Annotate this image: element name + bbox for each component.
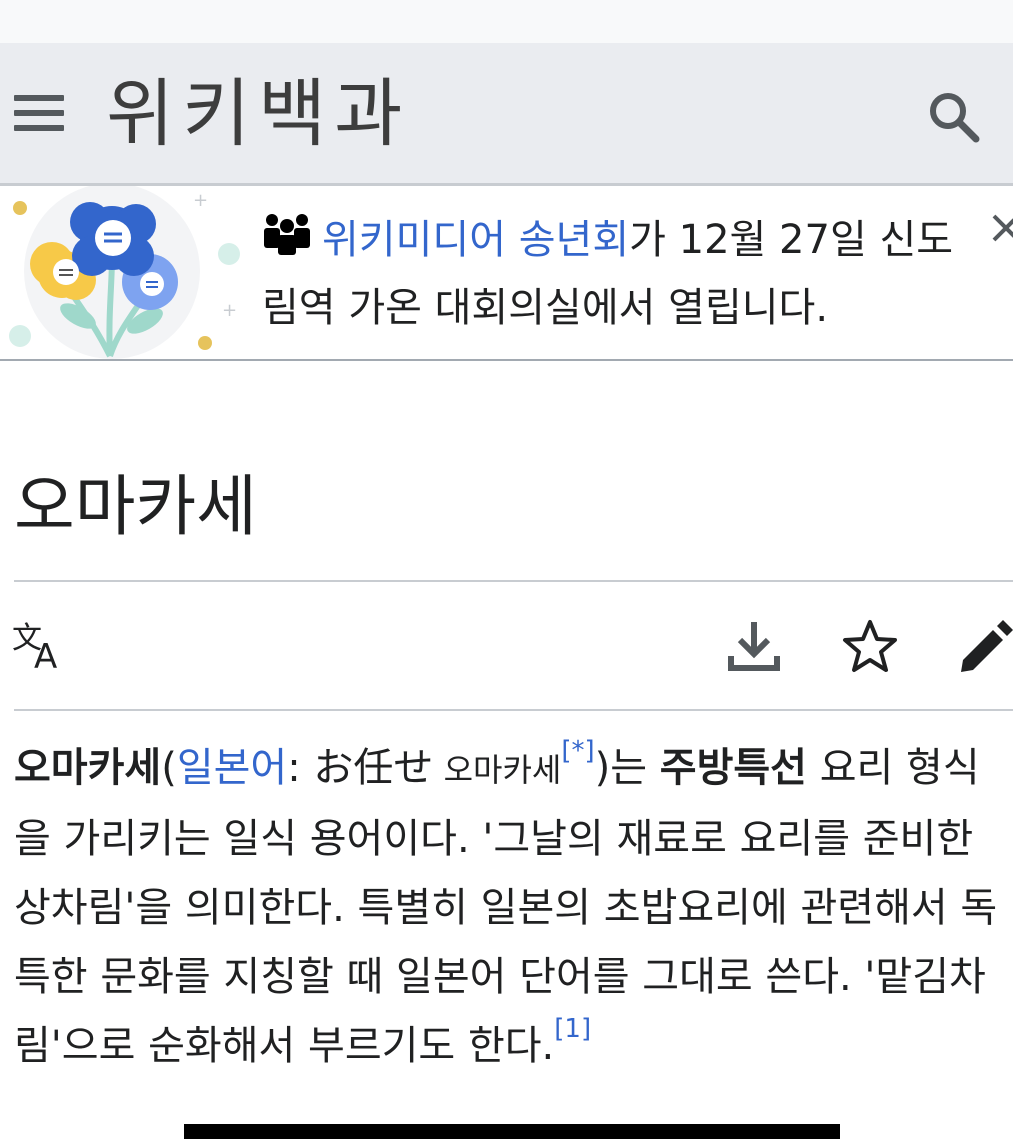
note-reference[interactable]: [*] <box>561 736 594 766</box>
hamburger-menu-icon[interactable] <box>14 95 66 135</box>
citation-reference[interactable]: [1] <box>554 1014 591 1044</box>
article-term: 오마카세 <box>14 745 162 791</box>
svg-text:+: + <box>193 190 208 211</box>
article-body-text: 요리 형식을 가리키는 일식 용어이다. '그날의 재료로 요리를 준비한 상차… <box>14 745 998 1069</box>
site-header: 위키백과 <box>0 43 1013 186</box>
japanese-text: お任せ <box>313 745 434 791</box>
download-icon[interactable] <box>726 616 782 676</box>
status-bar <box>0 0 1013 43</box>
article-lead-paragraph: 오마카세(일본어: お任せ 오마카세[*])는 주방특선 요리 형식을 가리키는… <box>14 734 1004 1081</box>
article-bold-phrase: 주방특선 <box>659 745 807 791</box>
citation-link[interactable]: [1] <box>554 1014 591 1044</box>
page-title: 오마카세 <box>14 468 257 545</box>
japanese-reading: 오마카세 <box>433 751 562 789</box>
svg-text:+: + <box>222 300 237 321</box>
colon: : <box>287 745 314 791</box>
svg-text:A: A <box>34 637 57 676</box>
flower-illustration: + + <box>9 186 240 359</box>
page-actions-bar: 文 A <box>0 606 1013 688</box>
pencil-icon[interactable] <box>955 616 1013 676</box>
media-placeholder-bar <box>184 1124 840 1139</box>
paren-open: ( <box>161 745 177 791</box>
language-icon[interactable]: 文 A <box>10 616 66 677</box>
note-reference-link[interactable]: [*] <box>561 736 594 766</box>
paren-close: )는 <box>594 745 660 791</box>
star-icon[interactable] <box>840 616 897 676</box>
site-notice-text: 위키미디어 송년회가 12월 27일 신도림역 가온 대회의실에서 열립니다. <box>262 206 982 342</box>
actions-divider <box>14 709 1013 711</box>
search-icon[interactable] <box>924 87 984 147</box>
people-group-icon <box>264 214 310 255</box>
close-icon[interactable] <box>988 208 1013 248</box>
banner-event-link[interactable]: 위키미디어 송년회 <box>322 217 629 263</box>
site-notice-banner: + + 위키미디어 송년회가 12월 27일 신도림역 가온 대회의실에서 열립… <box>0 186 1013 361</box>
japanese-language-link[interactable]: 일본어 <box>177 745 287 791</box>
site-wordmark[interactable]: 위키백과 <box>106 69 410 159</box>
title-divider <box>14 580 1013 582</box>
